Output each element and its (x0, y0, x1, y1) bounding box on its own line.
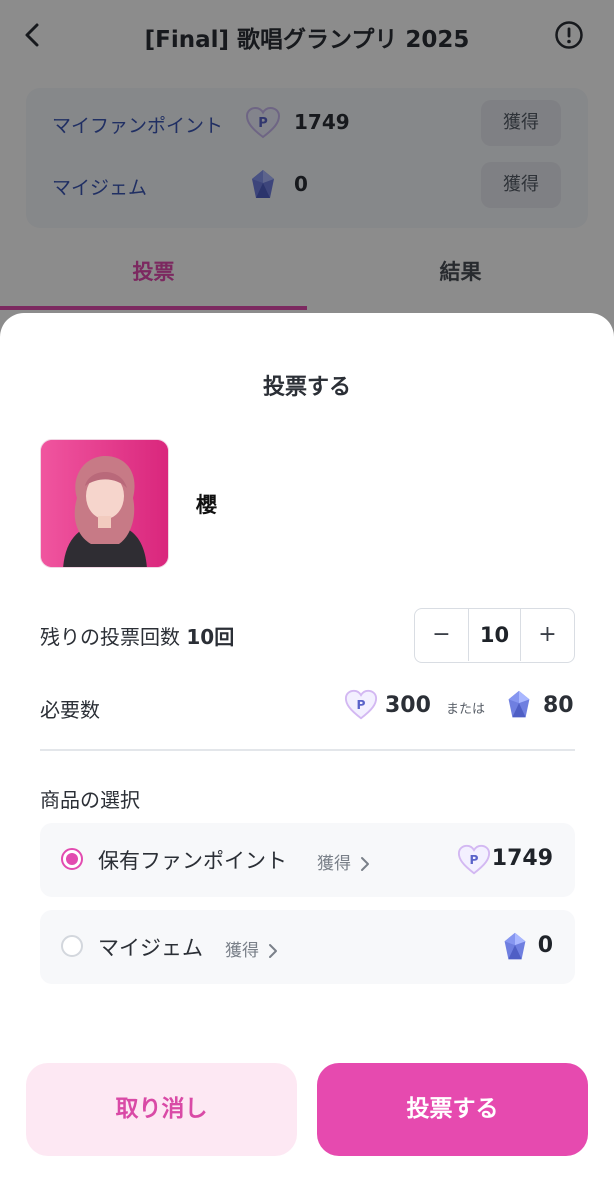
sheet-title: 投票する (262, 375, 351, 400)
remaining-votes: 残りの投票回数 10回 (40, 621, 234, 650)
earn-link-label: 獲得 (317, 854, 351, 874)
gem-icon (498, 930, 532, 964)
option-fan-points-earn-link[interactable]: 獲得 (317, 849, 370, 874)
option-my-gems-value: 0 (537, 933, 553, 958)
option-my-gems-earn-link[interactable]: 獲得 (225, 936, 278, 961)
remaining-votes-label: 残りの投票回数 (40, 625, 180, 649)
divider (40, 749, 575, 751)
increment-button[interactable]: + (520, 609, 574, 661)
required-gems-value: 80 (543, 693, 574, 718)
product-select-label: 商品の選択 (40, 788, 140, 812)
vote-count-stepper: − 10 + (414, 608, 575, 663)
gem-icon (502, 688, 536, 722)
chevron-right-icon (268, 943, 278, 959)
cancel-button[interactable]: 取り消し (26, 1063, 297, 1156)
vote-bottom-sheet: 投票する 櫻 残りの投票回数 10回 − 10 + 必要数 P 300 または … (0, 313, 614, 1200)
option-my-gems[interactable]: マイジェム 獲得 0 (40, 910, 575, 984)
required-label: 必要数 (40, 698, 100, 722)
candidate-avatar (40, 439, 169, 568)
vote-count-value[interactable]: 10 (469, 609, 520, 661)
option-fan-points-label: 保有ファンポイント (98, 849, 287, 873)
radio-my-gems[interactable] (61, 935, 83, 957)
required-points-value: 300 (385, 693, 431, 718)
fan-point-heart-icon: P (457, 843, 491, 877)
earn-link-label: 獲得 (225, 941, 259, 961)
option-my-gems-label: マイジェム (98, 936, 203, 960)
option-fan-points-value: 1749 (491, 846, 553, 871)
decrement-button[interactable]: − (415, 609, 469, 661)
required-or-label: または (446, 702, 486, 717)
chevron-right-icon (360, 856, 370, 872)
svg-text:P: P (357, 698, 366, 712)
remaining-votes-count: 10回 (186, 625, 235, 649)
candidate-name: 櫻 (196, 493, 217, 517)
svg-text:P: P (470, 853, 479, 867)
fan-point-heart-icon: P (344, 688, 378, 722)
option-fan-points[interactable]: 保有ファンポイント 獲得 P 1749 (40, 823, 575, 897)
radio-fan-points[interactable] (61, 848, 83, 870)
vote-button[interactable]: 投票する (317, 1063, 588, 1156)
